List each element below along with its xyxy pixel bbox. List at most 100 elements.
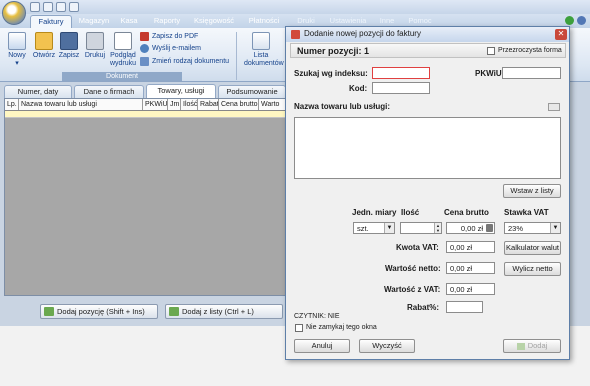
position-number: 1 bbox=[364, 46, 370, 56]
qty-spinner-icon[interactable]: ▲ ▼ bbox=[434, 223, 441, 233]
doc-list-icon bbox=[252, 32, 270, 50]
item-name-label: Nazwa towaru lub usługi: bbox=[294, 102, 391, 111]
col-header-unit[interactable]: Jm bbox=[168, 99, 181, 110]
open-button[interactable]: Otwórz bbox=[31, 32, 57, 60]
floppy-icon bbox=[60, 32, 78, 50]
vat-rate-label: Stawka VAT bbox=[504, 208, 549, 217]
cancel-button[interactable]: Anuluj bbox=[294, 339, 350, 353]
print-button[interactable]: Drukuj bbox=[83, 32, 107, 60]
pdf-icon bbox=[140, 32, 149, 41]
email-button[interactable]: Wyślij e-mailem bbox=[140, 44, 201, 53]
gross-value-label: Wartość z VAT: bbox=[384, 285, 441, 294]
new-document-icon bbox=[8, 32, 26, 50]
code-label: Kod: bbox=[349, 84, 368, 93]
add-from-list-icon bbox=[169, 307, 179, 316]
new-button[interactable]: Nowy ▾ bbox=[6, 32, 28, 68]
keep-open-checkbox[interactable] bbox=[295, 324, 303, 332]
col-header-discount[interactable]: Rabat bbox=[198, 99, 219, 110]
tab-podsumowanie[interactable]: Podsumowanie bbox=[218, 85, 286, 98]
qat-print-icon[interactable] bbox=[43, 2, 53, 12]
qty-input[interactable]: ▲ ▼ bbox=[400, 222, 442, 234]
menu-tab-raporty[interactable]: Raporty bbox=[150, 15, 184, 28]
transparent-form-checkbox[interactable] bbox=[487, 47, 495, 55]
add-position-dialog: Dodanie nowej pozycji do faktury ✕ Numer… bbox=[285, 26, 570, 360]
clear-button[interactable]: Wyczyść bbox=[359, 339, 415, 353]
net-value-label: Wartość netto: bbox=[385, 264, 441, 273]
discount-label: Rabat%: bbox=[407, 303, 440, 312]
tab-dane-o-firmach[interactable]: Dane o firmach bbox=[74, 85, 144, 98]
help-icon[interactable] bbox=[577, 16, 586, 25]
preview-button[interactable]: Podgląd wydruku bbox=[108, 32, 138, 68]
unit-select[interactable]: szt. ▼ bbox=[353, 222, 395, 234]
vat-rate-select[interactable]: 23% ▼ bbox=[504, 222, 561, 234]
pkwiu-label: PKWiU: bbox=[475, 69, 505, 78]
menu-tab-ksiegowosc[interactable]: Księgowość bbox=[190, 15, 238, 28]
unit-label: Jedn. miary bbox=[352, 208, 397, 217]
close-icon[interactable]: ✕ bbox=[555, 29, 567, 40]
pkwiu-input[interactable] bbox=[502, 67, 561, 79]
ribbon-separator bbox=[236, 32, 237, 80]
calc-net-button[interactable]: Wylicz netto bbox=[504, 262, 561, 276]
quick-access-toolbar bbox=[30, 2, 79, 12]
pdf-button[interactable]: Zapisz do PDF bbox=[140, 32, 198, 41]
item-name-textarea[interactable] bbox=[294, 117, 561, 179]
tab-numer-daty[interactable]: Numer, daty bbox=[4, 85, 72, 98]
code-input[interactable] bbox=[372, 82, 430, 94]
col-header-gross-price[interactable]: Cena brutto bbox=[219, 99, 259, 110]
search-index-label: Szukaj wg indeksu: bbox=[294, 69, 368, 78]
col-header-pkwiu[interactable]: PKWiU bbox=[143, 99, 168, 110]
position-label: Numer pozycji: bbox=[297, 46, 362, 56]
table-header: Lp. Nazwa towaru lub usługi PKWiU Jm Ilo… bbox=[5, 99, 289, 111]
net-value-field[interactable]: 0,00 zł bbox=[446, 262, 495, 274]
change-type-icon bbox=[140, 57, 149, 66]
qty-label: Ilość bbox=[401, 208, 420, 217]
status-icon[interactable] bbox=[565, 16, 574, 25]
vat-amount-field[interactable]: 0,00 zł bbox=[446, 241, 495, 253]
doc-list-button[interactable]: Lista dokumentów bbox=[244, 32, 284, 68]
menu-tab-platnosci[interactable]: Płatności bbox=[245, 15, 283, 28]
add-icon bbox=[516, 342, 525, 350]
vat-dropdown-icon[interactable]: ▼ bbox=[550, 223, 560, 233]
gross-price-input[interactable]: 0,00 zł bbox=[446, 222, 495, 234]
calculator-icon[interactable] bbox=[486, 224, 493, 232]
currency-calculator-button[interactable]: Kalkulator walut bbox=[504, 241, 561, 255]
qat-dropdown-icon[interactable] bbox=[69, 2, 79, 12]
menu-tab-magazyn[interactable]: Magazyn bbox=[76, 15, 112, 28]
save-button[interactable]: Zapisz bbox=[58, 32, 80, 60]
qat-undo-icon[interactable] bbox=[56, 2, 66, 12]
menu-tab-faktury[interactable]: Faktury bbox=[30, 15, 72, 28]
col-header-qty[interactable]: Ilość bbox=[181, 99, 198, 110]
ribbon-group-label: Dokument bbox=[62, 72, 182, 81]
change-type-button[interactable]: Zmień rodzaj dokumentu bbox=[140, 57, 229, 66]
dialog-title-bar: Dodanie nowej pozycji do faktury ✕ bbox=[286, 27, 569, 42]
unit-dropdown-icon[interactable]: ▼ bbox=[384, 223, 394, 233]
add-position-button[interactable]: Dodaj pozycję (Shift + Ins) bbox=[40, 304, 158, 319]
dialog-title: Dodanie nowej pozycji do faktury bbox=[304, 29, 421, 38]
keyboard-icon[interactable] bbox=[548, 103, 560, 111]
gross-value-field[interactable]: 0,00 zł bbox=[446, 283, 495, 295]
folder-icon bbox=[35, 32, 53, 50]
qat-save-icon[interactable] bbox=[30, 2, 40, 12]
reader-status: CZYTNIK: NIE bbox=[294, 313, 340, 320]
table-row[interactable] bbox=[5, 111, 289, 118]
magnifier-icon bbox=[114, 32, 132, 50]
menu-tab-kasa[interactable]: Kasa bbox=[117, 15, 141, 28]
transparent-form-label: Przezroczysta forma bbox=[498, 47, 562, 54]
discount-input[interactable] bbox=[446, 301, 483, 313]
add-button[interactable]: Dodaj bbox=[503, 339, 561, 353]
vat-amount-label: Kwota VAT: bbox=[396, 243, 439, 252]
keep-open-label: Nie zamykaj tego okna bbox=[306, 324, 377, 331]
items-table[interactable]: Lp. Nazwa towaru lub usługi PKWiU Jm Ilo… bbox=[4, 98, 290, 296]
add-from-list-button[interactable]: Dodaj z listy (Ctrl + L) bbox=[165, 304, 283, 319]
printer-icon bbox=[86, 32, 104, 50]
col-header-lp[interactable]: Lp. bbox=[5, 99, 19, 110]
search-index-input[interactable] bbox=[372, 67, 430, 79]
gross-price-label: Cena brutto bbox=[444, 208, 489, 217]
insert-from-list-button[interactable]: Wstaw z listy bbox=[503, 184, 561, 198]
col-header-name[interactable]: Nazwa towaru lub usługi bbox=[19, 99, 143, 110]
top-right-icons bbox=[565, 16, 586, 25]
add-position-icon bbox=[44, 307, 54, 316]
app-menu-button[interactable] bbox=[2, 1, 26, 25]
title-bar bbox=[0, 0, 590, 14]
tab-towary-uslugi[interactable]: Towary, usługi bbox=[146, 84, 216, 98]
